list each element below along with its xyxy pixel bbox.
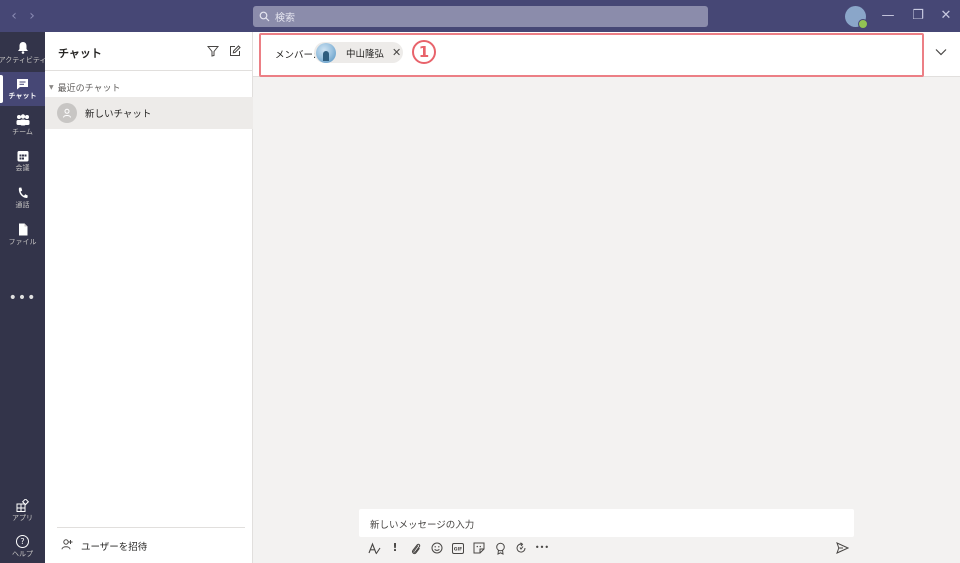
help-icon: ? <box>16 535 29 548</box>
new-chat-icon[interactable] <box>229 45 241 57</box>
minimize-icon[interactable]: — <box>880 8 896 24</box>
member-avatar <box>316 42 336 63</box>
apps-icon <box>16 499 30 512</box>
title-bar: ‹ › 検索 — ❐ ✕ <box>0 0 960 32</box>
rail-label: チーム <box>12 128 33 136</box>
rail-item-meetings[interactable]: 会議 <box>0 144 45 178</box>
list-title: チャット <box>58 47 102 60</box>
message-input[interactable]: 新しいメッセージの入力 <box>370 517 474 531</box>
rail-label: ヘルプ <box>12 550 33 558</box>
list-item-new-chat[interactable]: 新しいチャット <box>45 97 253 129</box>
members-label: メンバー: <box>275 50 317 61</box>
praise-icon[interactable] <box>493 541 507 555</box>
member-name: 中山隆弘 <box>346 48 385 60</box>
format-icon[interactable] <box>367 541 381 555</box>
send-icon[interactable] <box>836 542 850 554</box>
chat-list-pane: チャット ▼ 最近のチャット 新しいチャット ユーザーを招待 <box>45 32 253 563</box>
recent-chats-header[interactable]: ▼ 最近のチャット <box>49 81 121 94</box>
remove-member-icon[interactable]: ✕ <box>392 47 401 58</box>
compose-toolbar: ! GIF ••• <box>367 540 556 556</box>
attach-icon[interactable] <box>409 541 423 555</box>
rail-item-files[interactable]: ファイル <box>0 218 45 252</box>
gif-icon[interactable]: GIF <box>451 541 465 555</box>
sticker-icon[interactable] <box>472 541 486 555</box>
bell-icon <box>16 41 30 54</box>
more-apps-icon[interactable]: ••• <box>0 290 45 306</box>
urgent-icon[interactable]: ! <box>388 541 402 555</box>
invite-person-icon <box>61 539 73 553</box>
phone-icon <box>16 186 30 199</box>
more-options-icon[interactable]: ••• <box>535 541 549 555</box>
message-compose-box[interactable]: 新しいメッセージの入力 <box>359 509 854 537</box>
calendar-icon <box>16 149 30 162</box>
close-icon[interactable]: ✕ <box>938 8 954 24</box>
back-arrow-icon[interactable]: ‹ <box>6 8 22 24</box>
rail-item-apps[interactable]: アプリ <box>0 494 45 528</box>
svg-text:GIF: GIF <box>454 546 462 552</box>
caret-down-icon: ▼ <box>49 84 54 91</box>
rail-label: 会議 <box>15 164 30 172</box>
maximize-icon[interactable]: ❐ <box>910 8 926 24</box>
chat-name: 新しいチャット <box>85 109 152 120</box>
chevron-down-icon[interactable] <box>934 46 948 56</box>
forward-arrow-icon[interactable]: › <box>24 8 40 24</box>
rail-item-teams[interactable]: チーム <box>0 108 45 142</box>
rail-label: アクティビティ <box>0 56 47 64</box>
search-input[interactable]: 検索 <box>275 9 295 24</box>
rail-label: アプリ <box>12 514 33 522</box>
teams-icon <box>16 113 30 126</box>
rail-label: ファイル <box>8 238 37 246</box>
chat-icon <box>16 77 30 90</box>
rail-item-activity[interactable]: アクティビティ <box>0 36 47 70</box>
profile-avatar[interactable] <box>845 6 868 29</box>
rail-label: 通話 <box>15 201 30 209</box>
search-box[interactable]: 検索 <box>253 6 708 27</box>
invite-users-button[interactable]: ユーザーを招待 <box>61 539 147 553</box>
person-icon <box>57 103 77 123</box>
divider <box>57 527 245 528</box>
section-label: 最近のチャット <box>57 84 121 94</box>
divider <box>45 70 253 71</box>
file-icon <box>16 223 30 236</box>
emoji-icon[interactable] <box>430 541 444 555</box>
member-pill[interactable]: 中山隆弘 ✕ <box>314 42 403 63</box>
search-icon <box>259 11 271 23</box>
rail-label: チャット <box>8 92 37 100</box>
annotation-marker: 1 <box>412 40 436 64</box>
filter-icon[interactable] <box>206 45 220 57</box>
invite-label: ユーザーを招待 <box>81 542 148 553</box>
rail-item-calls[interactable]: 通話 <box>0 181 45 215</box>
app-rail: アクティビティ チャット チーム 会議 通話 ファイル ••• アプリ ? ヘル… <box>0 32 47 563</box>
loop-icon[interactable] <box>514 541 528 555</box>
rail-item-chat[interactable]: チャット <box>0 72 45 106</box>
rail-item-help[interactable]: ? ヘルプ <box>0 530 45 563</box>
